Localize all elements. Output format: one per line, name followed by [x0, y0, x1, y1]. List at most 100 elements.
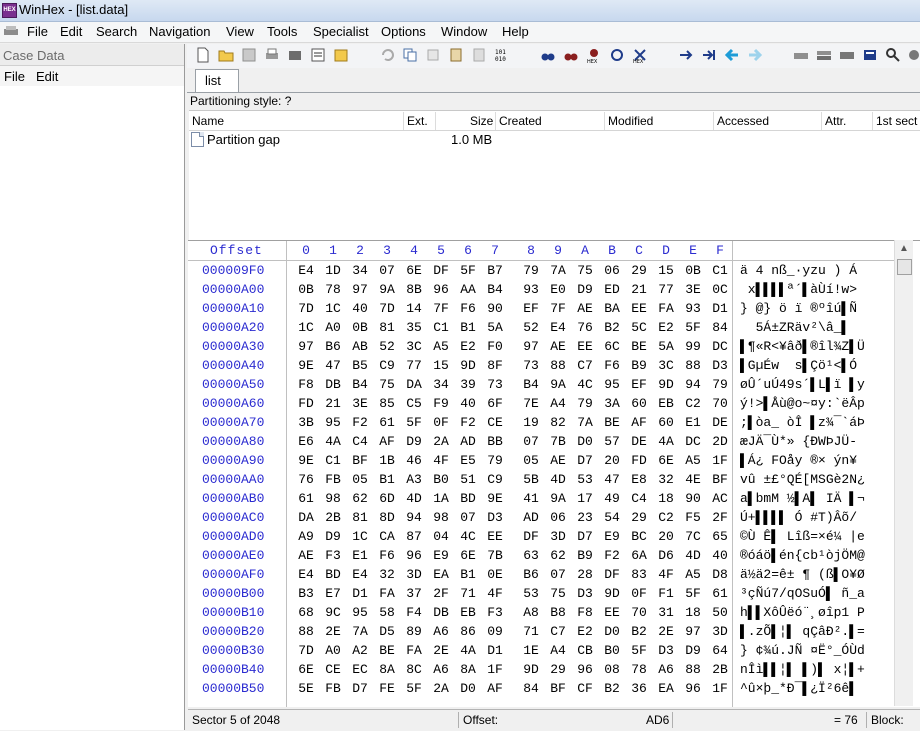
hex-byte[interactable]: 4A — [656, 434, 676, 449]
ascii-text[interactable]: } @} ö ï ®ºîú▌Ñ — [740, 301, 904, 316]
hex-byte[interactable]: 15 — [431, 358, 451, 373]
hex-byte[interactable]: EE — [485, 529, 505, 544]
hex-byte[interactable]: AE — [548, 453, 568, 468]
case-menu-file[interactable]: File — [4, 69, 25, 84]
hex-byte[interactable]: 09 — [485, 624, 505, 639]
hex-byte[interactable]: EE — [629, 301, 649, 316]
menu-options[interactable]: Options — [381, 24, 426, 39]
hex-byte[interactable]: A9 — [296, 529, 316, 544]
hex-byte[interactable]: 97 — [683, 624, 703, 639]
hex-byte[interactable]: 73 — [521, 358, 541, 373]
hex-byte[interactable]: DE — [629, 434, 649, 449]
hex-byte[interactable]: 7A — [350, 624, 370, 639]
hex-byte[interactable]: A6 — [431, 662, 451, 677]
hex-byte[interactable]: BF — [548, 681, 568, 696]
hex-byte[interactable]: CB — [575, 643, 595, 658]
hex-byte[interactable]: 4A — [323, 434, 343, 449]
hex-byte[interactable]: 68 — [296, 605, 316, 620]
hex-byte[interactable]: BE — [377, 643, 397, 658]
hex-byte[interactable]: A8 — [521, 605, 541, 620]
hex-byte[interactable]: C1 — [710, 263, 730, 278]
hex-byte[interactable]: F3 — [485, 605, 505, 620]
hex-byte[interactable]: 53 — [521, 586, 541, 601]
ascii-text[interactable]: vû ±£°QÉ[MSGè2N¿ — [740, 472, 904, 487]
hex-byte[interactable]: 95 — [602, 377, 622, 392]
hex-row[interactable]: 00000B30 7D A0 A2 BE FA 2E 4A D1 1E A4 CB B0 5F D3 D9 64… — [188, 641, 908, 660]
hex-byte[interactable]: FD — [296, 396, 316, 411]
hex-row[interactable]: 00000A90 9E C1 BF 1B 46 4F E5 79 05 AE D7 20 FD 6E A5 1F… — [188, 451, 908, 470]
hex-byte[interactable]: A0 — [323, 643, 343, 658]
hex-byte[interactable]: B4 — [350, 377, 370, 392]
hex-byte[interactable]: 2A — [431, 681, 451, 696]
hex-byte[interactable]: 52 — [377, 339, 397, 354]
hex-byte[interactable]: AE — [296, 548, 316, 563]
hex-byte[interactable]: 78 — [629, 662, 649, 677]
hex-byte[interactable]: 28 — [575, 567, 595, 582]
hex-byte[interactable]: F0 — [485, 339, 505, 354]
hex-byte[interactable]: 40 — [458, 396, 478, 411]
open-folder-icon[interactable] — [218, 47, 234, 63]
hex-byte[interactable]: D9 — [404, 434, 424, 449]
hex-byte[interactable]: 3C — [656, 358, 676, 373]
hex-byte[interactable]: 4F — [485, 586, 505, 601]
hex-byte[interactable]: E2 — [575, 624, 595, 639]
hex-byte[interactable]: 83 — [629, 567, 649, 582]
hex-byte[interactable]: ED — [602, 282, 622, 297]
hex-byte[interactable]: B4 — [521, 377, 541, 392]
hex-byte[interactable]: 8F — [485, 358, 505, 373]
replace-text-icon[interactable]: HEX — [632, 47, 648, 63]
hex-byte[interactable]: DA — [296, 510, 316, 525]
hex-byte[interactable]: 1C — [296, 320, 316, 335]
undo-icon[interactable] — [379, 47, 395, 63]
hex-byte[interactable]: 2F — [431, 586, 451, 601]
hex-byte[interactable]: F2 — [458, 415, 478, 430]
hex-row[interactable]: 00000A20 1C A0 0B 81 35 C1 B1 5A 52 E4 76 B2 5C E2 5F 84… — [188, 318, 908, 337]
hex-byte[interactable]: 8C — [404, 662, 424, 677]
hex-byte[interactable]: 6E — [656, 453, 676, 468]
hex-byte[interactable]: 76 — [296, 472, 316, 487]
search-again-icon[interactable] — [609, 47, 625, 63]
hex-byte[interactable]: EB — [458, 605, 478, 620]
hex-byte[interactable]: 06 — [548, 510, 568, 525]
hex-byte[interactable]: 9D — [602, 586, 622, 601]
hex-byte[interactable]: 70 — [629, 605, 649, 620]
hex-byte[interactable]: 04 — [431, 529, 451, 544]
hex-byte[interactable]: 61 — [710, 586, 730, 601]
paste-icon[interactable] — [448, 47, 464, 63]
hex-byte[interactable]: EA — [656, 681, 676, 696]
hex-byte[interactable]: F9 — [431, 396, 451, 411]
disk-icon[interactable] — [793, 47, 809, 63]
hex-byte[interactable]: 62 — [350, 491, 370, 506]
hex-byte[interactable]: 3E — [350, 396, 370, 411]
save-icon[interactable] — [241, 47, 257, 63]
hex-byte[interactable]: 46 — [404, 453, 424, 468]
hex-row[interactable]: 00000A00 0B 78 97 9A 8B 96 AA B4 93 E0 D9 ED 21 77 3E 0C… — [188, 280, 908, 299]
hex-byte[interactable]: 96 — [683, 681, 703, 696]
col-attr[interactable]: Attr. — [825, 114, 846, 128]
hex-byte[interactable]: 4D — [683, 548, 703, 563]
hex-byte[interactable]: F6 — [602, 358, 622, 373]
hex-byte[interactable]: B9 — [575, 548, 595, 563]
hex-byte[interactable]: 88 — [683, 662, 703, 677]
hex-byte[interactable]: 54 — [602, 510, 622, 525]
hex-byte[interactable]: 52 — [521, 320, 541, 335]
ascii-text[interactable]: a▌bmM ½▌A▌ IÄ ▌¬ — [740, 491, 904, 506]
hex-byte[interactable]: A6 — [431, 624, 451, 639]
hex-byte[interactable]: E1 — [350, 548, 370, 563]
hex-byte[interactable]: B1 — [458, 320, 478, 335]
hex-byte[interactable]: DA — [404, 377, 424, 392]
hex-byte[interactable]: B2 — [602, 320, 622, 335]
hex-byte[interactable]: CE — [485, 415, 505, 430]
hex-byte[interactable]: 6C — [602, 339, 622, 354]
scroll-thumb[interactable] — [897, 259, 912, 275]
hex-byte[interactable]: 7D — [377, 301, 397, 316]
hex-byte[interactable]: E2 — [656, 320, 676, 335]
hex-byte[interactable]: 85 — [377, 396, 397, 411]
hex-byte[interactable]: 1D — [323, 263, 343, 278]
hex-byte[interactable]: 07 — [377, 263, 397, 278]
hex-byte[interactable]: 81 — [377, 320, 397, 335]
hex-byte[interactable]: 98 — [431, 510, 451, 525]
hex-byte[interactable]: F6 — [377, 548, 397, 563]
hex-byte[interactable]: B1 — [458, 567, 478, 582]
hex-byte[interactable]: E4 — [296, 567, 316, 582]
